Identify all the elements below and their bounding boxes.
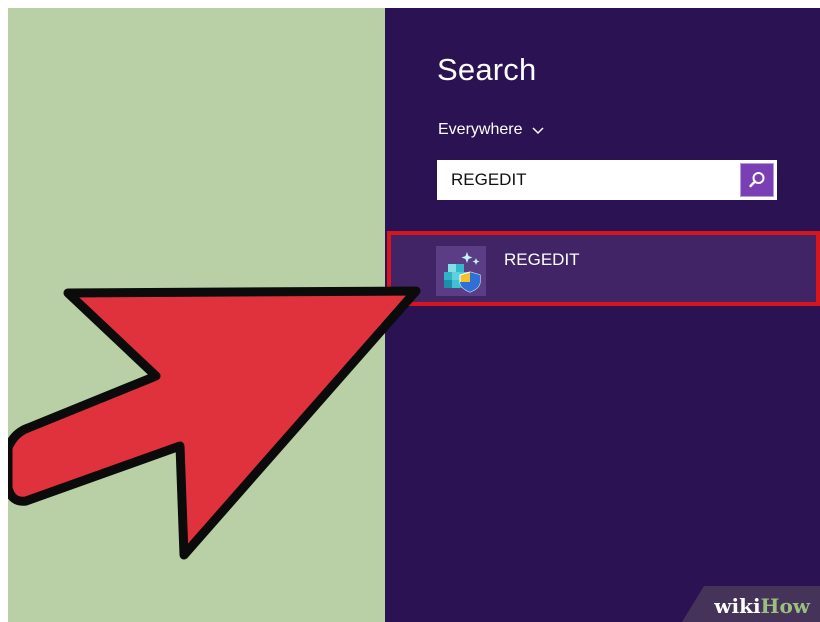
watermark-prefix: wiki xyxy=(714,594,761,618)
wikihow-watermark: wikiHow xyxy=(682,586,820,622)
watermark-suffix: How xyxy=(760,594,810,618)
watermark-text: wikiHow xyxy=(714,594,810,618)
pointer-arrow-icon xyxy=(8,286,421,560)
screenshot-frame: Search Everywhere REGEDIT REGEDIT wikiHo… xyxy=(8,8,820,622)
